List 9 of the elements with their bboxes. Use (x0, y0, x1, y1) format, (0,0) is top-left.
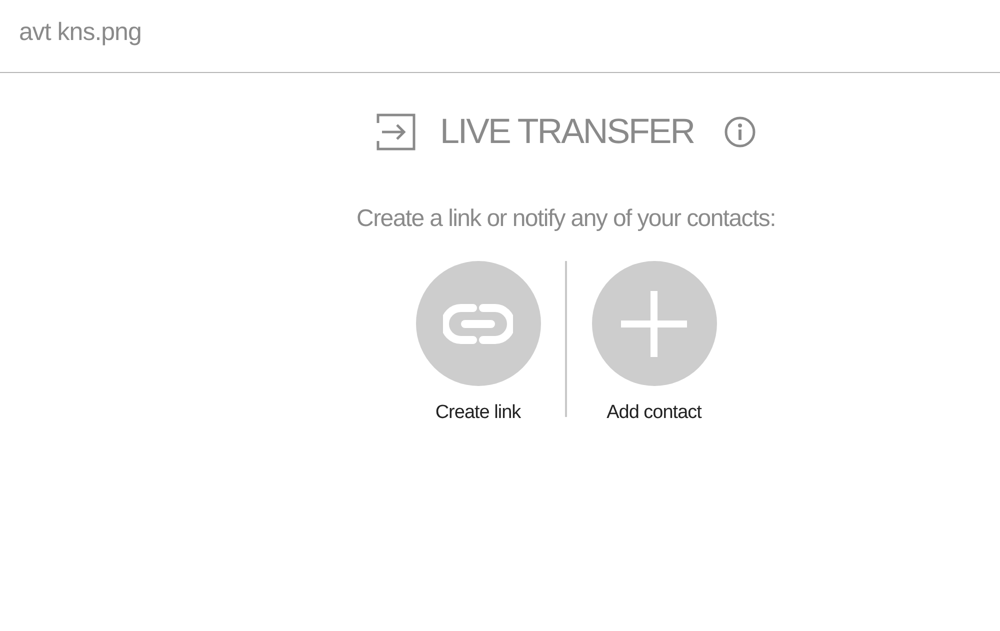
info-icon[interactable] (724, 116, 756, 148)
transfer-icon (376, 113, 416, 151)
panel-title: LIVE TRANSFER (440, 112, 694, 152)
file-name: avt kns.png (19, 18, 142, 46)
link-icon (443, 302, 513, 346)
plus-icon (619, 288, 689, 358)
action-label: Create link (435, 402, 521, 424)
action-label: Add contact (606, 402, 702, 424)
instruction-text: Create a link or notify any of your contacts: (356, 205, 776, 233)
